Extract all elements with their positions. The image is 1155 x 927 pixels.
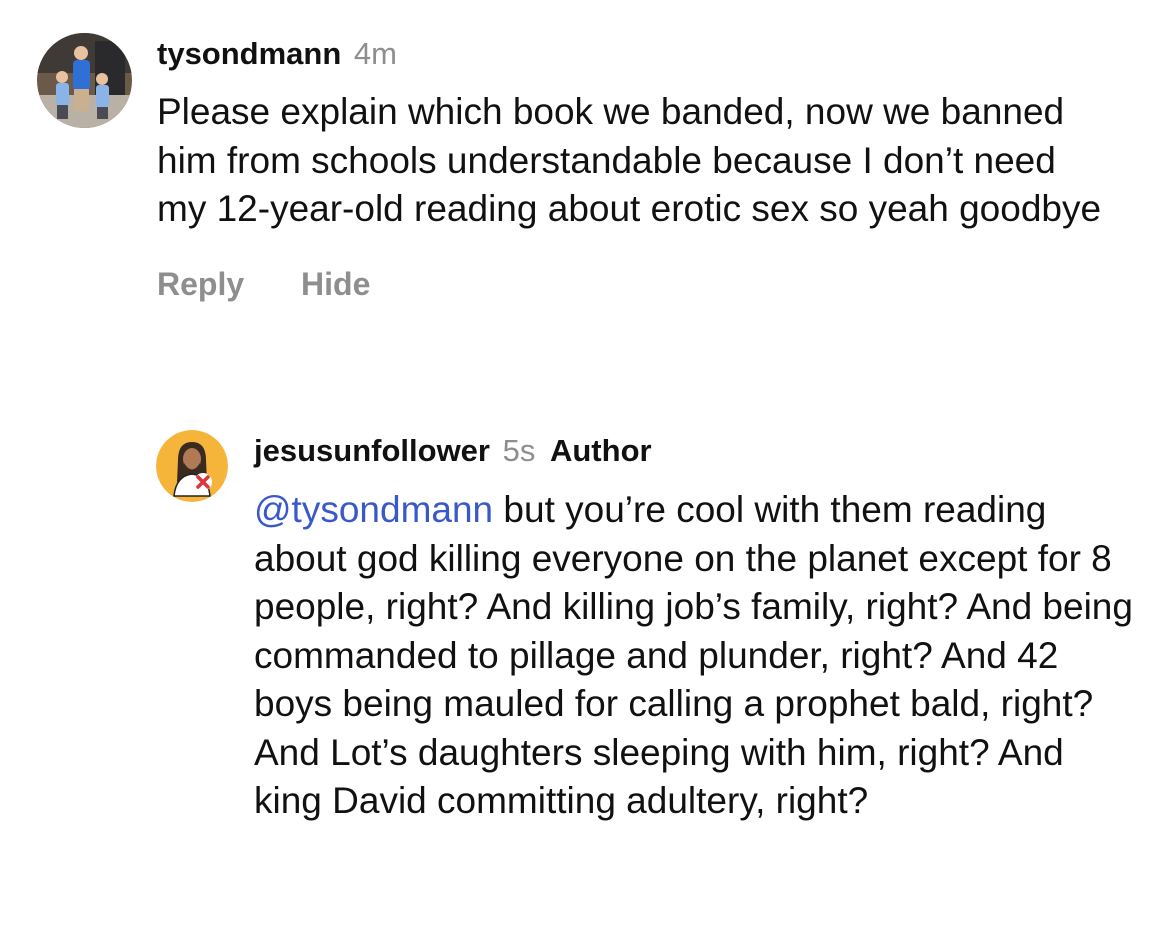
timestamp: 5s	[502, 433, 536, 468]
timestamp: 4m	[353, 36, 397, 71]
username[interactable]: jesusunfollower	[254, 433, 490, 468]
comment-body: jesusunfollower 5s Author @tysondmann bu…	[254, 430, 1134, 826]
comment-meta: tysondmann 4m	[157, 33, 1107, 75]
profile-photo-icon	[37, 33, 132, 128]
hide-button[interactable]: Hide	[301, 266, 370, 302]
comment-meta: jesusunfollower 5s Author	[254, 430, 1134, 472]
comment-text: Please explain which book we banded, now…	[157, 91, 1102, 229]
avatar[interactable]	[37, 33, 132, 128]
comment-body: tysondmann 4m Please explain which book …	[157, 33, 1107, 303]
comment-text: @tysondmann but you’re cool with them re…	[254, 486, 1134, 826]
avatar[interactable]	[156, 430, 228, 502]
username[interactable]: tysondmann	[157, 36, 341, 71]
jesus-figure-with-red-x-icon	[156, 430, 228, 502]
comment-text-content: but you’re cool with them reading about …	[254, 489, 1133, 821]
comment-actions: Reply Hide	[157, 266, 1107, 303]
reply-button[interactable]: Reply	[157, 266, 244, 302]
mention-link[interactable]: @tysondmann	[254, 489, 493, 530]
author-badge: Author	[549, 433, 652, 468]
